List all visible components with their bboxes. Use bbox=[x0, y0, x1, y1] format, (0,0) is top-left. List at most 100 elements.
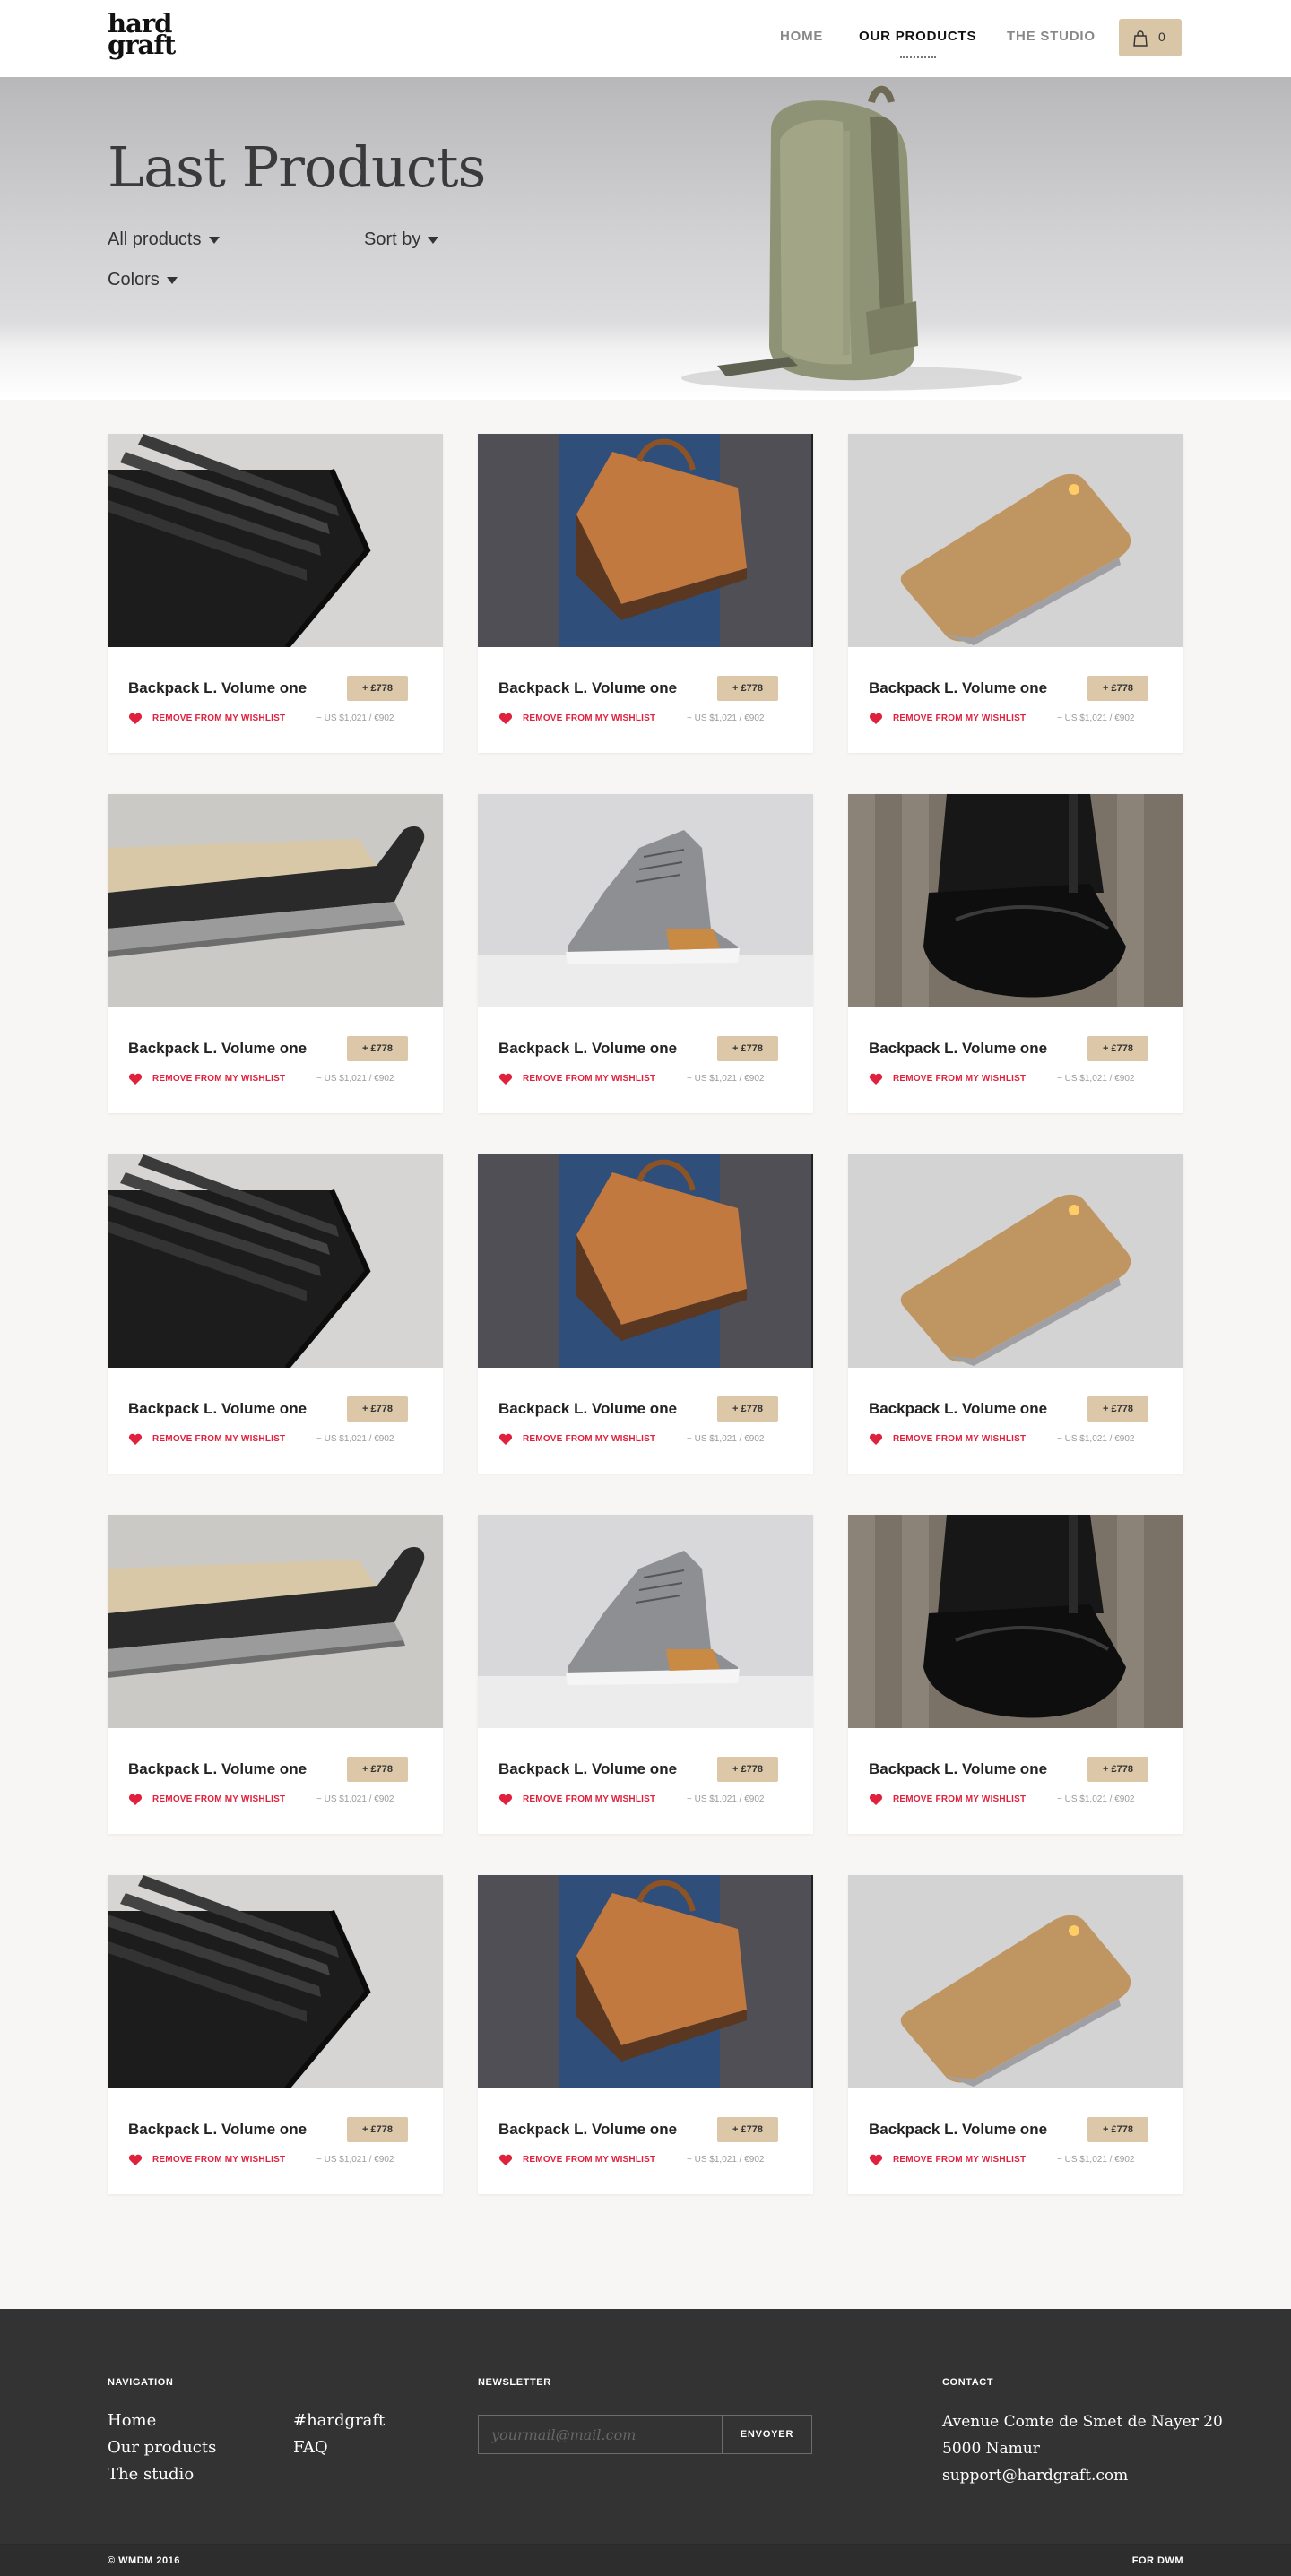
product-image-laptop-sleeve[interactable] bbox=[108, 794, 443, 1007]
newsletter-email-input[interactable] bbox=[478, 2415, 722, 2454]
product-title[interactable]: Backpack L. Volume one bbox=[869, 679, 1047, 697]
product-image-wallet[interactable] bbox=[108, 1154, 443, 1368]
product-title[interactable]: Backpack L. Volume one bbox=[498, 1760, 677, 1778]
wishlist-remove-label[interactable]: REMOVE FROM MY WISHLIST bbox=[523, 1074, 655, 1084]
add-to-cart-price-button[interactable]: + £778 bbox=[717, 676, 778, 701]
copyright: © WMDM 2016 bbox=[108, 2555, 180, 2566]
product-title[interactable]: Backpack L. Volume one bbox=[869, 1760, 1047, 1778]
product-card[interactable]: Backpack L. Volume one + £778 REMOVE FROM … bbox=[478, 794, 813, 1113]
newsletter-submit-button[interactable]: ENVOYER bbox=[722, 2415, 812, 2454]
product-title[interactable]: Backpack L. Volume one bbox=[498, 1400, 677, 1418]
colors-dropdown[interactable]: Colors bbox=[108, 270, 178, 290]
product-image-laptop-sleeve[interactable] bbox=[108, 1515, 443, 1728]
nav-the-studio[interactable]: THE STUDIO bbox=[1007, 29, 1096, 44]
product-card[interactable]: Backpack L. Volume one + £778 REMOVE FROM … bbox=[848, 794, 1183, 1113]
product-image-wallet[interactable] bbox=[108, 434, 443, 647]
product-title[interactable]: Backpack L. Volume one bbox=[498, 1040, 677, 1058]
nav-our-products[interactable]: OUR PRODUCTS bbox=[859, 29, 976, 44]
product-title[interactable]: Backpack L. Volume one bbox=[498, 2121, 677, 2139]
product-card[interactable]: Backpack L. Volume one + £778 REMOVE FROM … bbox=[108, 794, 443, 1113]
wishlist-remove-label[interactable]: REMOVE FROM MY WISHLIST bbox=[523, 1434, 655, 1444]
credit-link[interactable]: FOR DWM bbox=[1132, 2555, 1183, 2566]
product-image-phone-case[interactable] bbox=[848, 1154, 1183, 1368]
all-products-dropdown[interactable]: All products bbox=[108, 229, 220, 250]
backpack-hero-image bbox=[681, 85, 1022, 391]
product-image-phone-case[interactable] bbox=[848, 434, 1183, 647]
product-card[interactable]: Backpack L. Volume one + £778 REMOVE FROM … bbox=[108, 1154, 443, 1474]
nav-active-indicator bbox=[900, 56, 936, 58]
add-to-cart-price-button[interactable]: + £778 bbox=[717, 1036, 778, 1061]
page-title: Last Products bbox=[108, 134, 486, 200]
product-card[interactable]: Backpack L. Volume one + £778 REMOVE FROM … bbox=[108, 1515, 443, 1834]
footer-link-faq[interactable]: FAQ bbox=[293, 2438, 328, 2457]
contact-email[interactable]: support@hardgraft.com bbox=[942, 2467, 1128, 2485]
caret-down-icon bbox=[208, 236, 220, 244]
product-image-sneaker[interactable] bbox=[478, 1515, 813, 1728]
wishlist-remove-label[interactable]: REMOVE FROM MY WISHLIST bbox=[893, 713, 1026, 723]
wishlist-remove-label[interactable]: REMOVE FROM MY WISHLIST bbox=[152, 713, 285, 723]
wishlist-remove-label[interactable]: REMOVE FROM MY WISHLIST bbox=[152, 1794, 285, 1804]
footer-nav-heading: NAVIGATION bbox=[108, 2377, 174, 2388]
add-to-cart-price-button[interactable]: + £778 bbox=[717, 1396, 778, 1422]
contact-heading: CONTACT bbox=[942, 2377, 994, 2388]
wishlist-remove-label[interactable]: REMOVE FROM MY WISHLIST bbox=[523, 713, 655, 723]
wishlist-remove-label[interactable]: REMOVE FROM MY WISHLIST bbox=[893, 2155, 1026, 2165]
wishlist-remove-label[interactable]: REMOVE FROM MY WISHLIST bbox=[893, 1794, 1026, 1804]
add-to-cart-price-button[interactable]: + £778 bbox=[347, 1396, 408, 1422]
product-title[interactable]: Backpack L. Volume one bbox=[128, 1040, 307, 1058]
product-card[interactable]: Backpack L. Volume one + £778 REMOVE FROM … bbox=[108, 434, 443, 753]
wishlist-remove-label[interactable]: REMOVE FROM MY WISHLIST bbox=[152, 1434, 285, 1444]
product-card[interactable]: Backpack L. Volume one + £778 REMOVE FROM … bbox=[848, 1515, 1183, 1834]
product-title[interactable]: Backpack L. Volume one bbox=[869, 1400, 1047, 1418]
product-image-sneaker[interactable] bbox=[478, 794, 813, 1007]
product-title[interactable]: Backpack L. Volume one bbox=[128, 679, 307, 697]
wishlist-remove-label[interactable]: REMOVE FROM MY WISHLIST bbox=[523, 1794, 655, 1804]
wishlist-remove-label[interactable]: REMOVE FROM MY WISHLIST bbox=[152, 1074, 285, 1084]
add-to-cart-price-button[interactable]: + £778 bbox=[347, 676, 408, 701]
product-card[interactable]: Backpack L. Volume one + £778 REMOVE FROM … bbox=[848, 1154, 1183, 1474]
product-card[interactable]: Backpack L. Volume one + £778 REMOVE FROM … bbox=[108, 1875, 443, 2194]
add-to-cart-price-button[interactable]: + £778 bbox=[347, 1036, 408, 1061]
product-card[interactable]: Backpack L. Volume one + £778 REMOVE FROM … bbox=[848, 1875, 1183, 2194]
product-title[interactable]: Backpack L. Volume one bbox=[128, 1760, 307, 1778]
product-image-black-bag[interactable] bbox=[848, 1515, 1183, 1728]
product-image-leather-bag[interactable] bbox=[478, 434, 813, 647]
shopping-bag-icon bbox=[1133, 30, 1148, 47]
product-title[interactable]: Backpack L. Volume one bbox=[869, 1040, 1047, 1058]
add-to-cart-price-button[interactable]: + £778 bbox=[1087, 1757, 1148, 1782]
footer-link-home[interactable]: Home bbox=[108, 2411, 156, 2430]
add-to-cart-price-button[interactable]: + £778 bbox=[347, 2117, 408, 2142]
sort-by-dropdown[interactable]: Sort by bbox=[364, 229, 439, 250]
product-card[interactable]: Backpack L. Volume one + £778 REMOVE FROM … bbox=[478, 1515, 813, 1834]
product-card[interactable]: Backpack L. Volume one + £778 REMOVE FROM … bbox=[478, 1875, 813, 2194]
product-title[interactable]: Backpack L. Volume one bbox=[128, 2121, 307, 2139]
product-title[interactable]: Backpack L. Volume one bbox=[128, 1400, 307, 1418]
product-image-leather-bag[interactable] bbox=[478, 1154, 813, 1368]
product-image-black-bag[interactable] bbox=[848, 794, 1183, 1007]
product-card[interactable]: Backpack L. Volume one + £778 REMOVE FROM … bbox=[478, 1154, 813, 1474]
product-title[interactable]: Backpack L. Volume one bbox=[869, 2121, 1047, 2139]
footer-link-the-studio[interactable]: The studio bbox=[108, 2465, 194, 2484]
product-card[interactable]: Backpack L. Volume one + £778 REMOVE FROM … bbox=[848, 434, 1183, 753]
product-card[interactable]: Backpack L. Volume one + £778 REMOVE FROM … bbox=[478, 434, 813, 753]
add-to-cart-price-button[interactable]: + £778 bbox=[1087, 2117, 1148, 2142]
add-to-cart-price-button[interactable]: + £778 bbox=[1087, 1036, 1148, 1061]
add-to-cart-price-button[interactable]: + £778 bbox=[717, 2117, 778, 2142]
add-to-cart-price-button[interactable]: + £778 bbox=[1087, 1396, 1148, 1422]
all-products-label: All products bbox=[108, 229, 202, 249]
add-to-cart-price-button[interactable]: + £778 bbox=[1087, 676, 1148, 701]
add-to-cart-price-button[interactable]: + £778 bbox=[347, 1757, 408, 1782]
product-image-wallet[interactable] bbox=[108, 1875, 443, 2088]
product-image-phone-case[interactable] bbox=[848, 1875, 1183, 2088]
wishlist-remove-label[interactable]: REMOVE FROM MY WISHLIST bbox=[523, 2155, 655, 2165]
product-image-leather-bag[interactable] bbox=[478, 1875, 813, 2088]
footer-link-hardgraft[interactable]: #hardgraft bbox=[293, 2411, 385, 2430]
nav-home[interactable]: HOME bbox=[780, 29, 823, 44]
wishlist-remove-label[interactable]: REMOVE FROM MY WISHLIST bbox=[152, 2155, 285, 2165]
product-title[interactable]: Backpack L. Volume one bbox=[498, 679, 677, 697]
footer-link-our-products[interactable]: Our products bbox=[108, 2438, 216, 2457]
add-to-cart-price-button[interactable]: + £778 bbox=[717, 1757, 778, 1782]
wishlist-remove-label[interactable]: REMOVE FROM MY WISHLIST bbox=[893, 1074, 1026, 1084]
wishlist-remove-label[interactable]: REMOVE FROM MY WISHLIST bbox=[893, 1434, 1026, 1444]
cart-button[interactable]: 0 bbox=[1119, 19, 1182, 56]
